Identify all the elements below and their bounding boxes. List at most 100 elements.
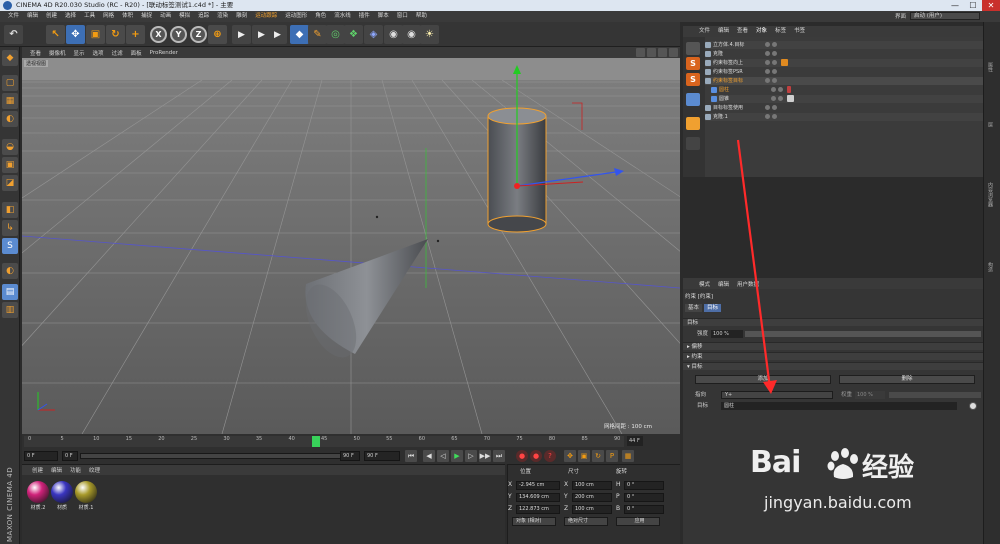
menu-volume[interactable]: 体积 (118, 11, 137, 22)
vp-menu-filter[interactable]: 过滤 (108, 49, 127, 57)
attr-menu-user-data[interactable]: 用户数据 (733, 280, 763, 288)
perspective-viewport[interactable]: 透视视图 网格间距 : 100 cm (22, 58, 680, 434)
preview-range-slider[interactable] (80, 453, 360, 459)
prev-key-button[interactable]: ◀ (423, 450, 435, 462)
menu-pipeline[interactable]: 流水线 (330, 11, 355, 22)
remove-target-button[interactable]: 删除 (839, 375, 975, 384)
render-view-icon[interactable]: ▶ (232, 25, 251, 44)
coordinate-system-icon[interactable]: ⊕ (208, 25, 227, 44)
tag-icon[interactable] (787, 86, 791, 93)
array-icon[interactable]: ❖ (344, 25, 363, 44)
tweak-mode-icon[interactable]: ↳ (2, 220, 18, 236)
y-axis-icon[interactable]: Y (170, 26, 187, 43)
pos-z-field[interactable]: 122.873 cm (516, 505, 560, 514)
coord-mode-select[interactable]: 对象 (相对) (512, 517, 556, 526)
vp-menu-options[interactable]: 选项 (89, 49, 108, 57)
apply-button[interactable]: 应用 (616, 517, 660, 526)
current-frame-field[interactable]: 44 F (627, 436, 643, 446)
start-frame-field[interactable]: 0 F (24, 451, 58, 461)
prev-frame-button[interactable]: ◁ (437, 450, 449, 462)
record-button[interactable]: ● (516, 450, 528, 462)
menu-snap[interactable]: 捕捉 (137, 11, 156, 22)
x-axis-icon[interactable]: X (150, 26, 167, 43)
pos-y-field[interactable]: 134.609 cm (516, 493, 560, 502)
attr-menu-edit[interactable]: 编辑 (714, 280, 733, 288)
section-constraint[interactable]: ▸ 约束 (683, 352, 983, 360)
menu-edit[interactable]: 编辑 (23, 11, 42, 22)
snap-icon[interactable]: ◐ (2, 263, 18, 279)
layer-icon[interactable] (686, 117, 700, 130)
mat-menu-texture[interactable]: 纹理 (85, 466, 104, 474)
object-row[interactable]: 圆柱 (711, 86, 983, 94)
solo-icon[interactable]: S (2, 238, 18, 254)
object-row[interactable]: 圆锥 (711, 95, 983, 103)
axis-mode-icon[interactable]: ◧ (2, 202, 18, 218)
goto-start-button[interactable]: ⏮ (405, 450, 417, 462)
object-row[interactable]: 克隆 (705, 50, 983, 58)
select-icon[interactable]: ↖ (46, 25, 65, 44)
obj-menu-view[interactable]: 查看 (733, 26, 752, 37)
deformer-icon[interactable]: ◈ (364, 25, 383, 44)
vp-menu-view[interactable]: 查看 (26, 49, 45, 57)
mat-menu-edit[interactable]: 编辑 (47, 466, 66, 474)
menu-render[interactable]: 渲染 (213, 11, 232, 22)
obj-menu-object[interactable]: 对象 (752, 26, 771, 37)
obj-menu-tags[interactable]: 标签 (771, 26, 790, 37)
target-link-field[interactable]: 圆柱 (721, 402, 957, 410)
menu-character[interactable]: 角色 (311, 11, 330, 22)
search-icon[interactable] (686, 93, 700, 106)
polygons-mode-icon[interactable]: ◪ (2, 175, 18, 191)
mat-menu-function[interactable]: 功能 (66, 466, 85, 474)
workplane-grid-icon[interactable]: ▤ (2, 284, 18, 300)
attr-tab-basic[interactable]: 基本 (685, 304, 703, 312)
mat-menu-create[interactable]: 创建 (28, 466, 47, 474)
make-editable-icon[interactable]: ◆ (2, 50, 18, 66)
preview-start-field[interactable]: 0 F (62, 451, 78, 461)
keyframe-selection-button[interactable]: ? (544, 450, 556, 462)
tab-layers[interactable]: 层 (987, 122, 994, 127)
weight-field[interactable]: 100 % (855, 391, 885, 399)
section-offset[interactable]: ▸ 偏移 (683, 342, 983, 350)
rot-h-field[interactable]: 0 ° (624, 481, 664, 490)
object-row[interactable]: 立方体.4.目标 (705, 41, 983, 49)
menu-help[interactable]: 帮助 (412, 11, 431, 22)
timeline-playhead[interactable] (312, 436, 321, 447)
light-icon[interactable]: ☀ (420, 25, 439, 44)
maximize-button[interactable]: ☐ (964, 0, 982, 11)
camera-icon[interactable]: ◉ (402, 25, 421, 44)
play-button[interactable]: ▶ (451, 450, 463, 462)
timeline-ruler[interactable]: 0 5 10 15 20 25 30 35 40 45 50 55 60 65 70 75 80 85 90 (24, 436, 624, 447)
size-y-field[interactable]: 200 cm (572, 493, 612, 502)
menu-window[interactable]: 窗口 (393, 11, 412, 22)
weight-slider[interactable] (889, 392, 981, 398)
menu-tools[interactable]: 工具 (80, 11, 99, 22)
menu-sculpt[interactable]: 雕刻 (232, 11, 251, 22)
key-parameter-button[interactable]: P (606, 450, 618, 462)
minimize-button[interactable]: — (946, 0, 964, 11)
size-z-field[interactable]: 100 cm (572, 505, 612, 514)
tab-structure[interactable]: 构造 (987, 262, 994, 272)
vp-layout-icon[interactable] (669, 48, 678, 57)
rot-b-field[interactable]: 0 ° (624, 505, 664, 514)
strength-slider[interactable] (745, 331, 981, 337)
vp-move-icon[interactable] (636, 48, 645, 57)
render-settings-icon[interactable]: ▶ (268, 25, 287, 44)
size-x-field[interactable]: 100 cm (572, 481, 612, 490)
section-target[interactable]: ▾ 目标 (683, 362, 983, 370)
rotate-icon[interactable]: ↻ (106, 25, 125, 44)
pos-x-field[interactable]: -2.945 cm (516, 481, 560, 490)
next-key-button[interactable]: ▶▶ (479, 450, 491, 462)
menu-create[interactable]: 创建 (42, 11, 61, 22)
object-row[interactable]: 目标标签使用 (705, 104, 983, 112)
obj-menu-bookmarks[interactable]: 书签 (790, 26, 809, 37)
menu-motion-tracking[interactable]: 运动跟踪 (251, 11, 281, 22)
obj-menu-file[interactable]: 文件 (695, 26, 714, 37)
subdivision-icon[interactable]: ◎ (326, 25, 345, 44)
constraint-tag-selected-icon[interactable] (787, 95, 794, 102)
obj-menu-edit[interactable]: 编辑 (714, 26, 733, 37)
menu-file[interactable]: 文件 (4, 11, 23, 22)
menu-mesh[interactable]: 网格 (99, 11, 118, 22)
aim-axis-select[interactable]: Y+ (721, 391, 833, 399)
pen-icon[interactable]: ✎ (308, 25, 327, 44)
vp-rotate-icon[interactable] (658, 48, 667, 57)
